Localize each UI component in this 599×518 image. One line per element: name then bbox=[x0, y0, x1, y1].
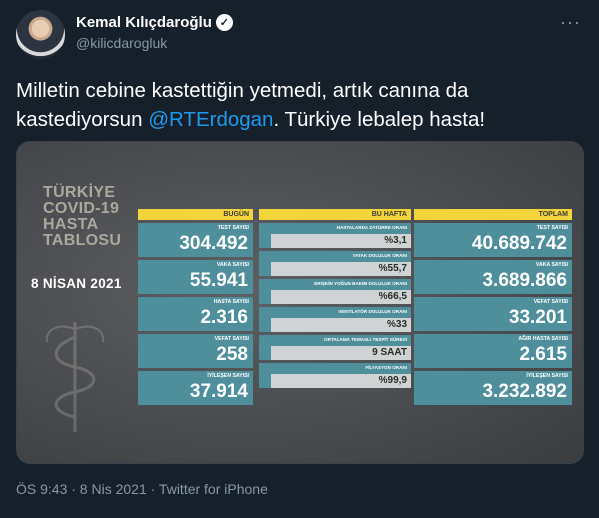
cell-label: TEST SAYISI bbox=[217, 225, 249, 231]
cell-label: AĞIR HASTA SAYISI bbox=[518, 336, 568, 342]
cell-value: 2.316 bbox=[200, 307, 248, 328]
more-options-icon[interactable]: ··· bbox=[560, 12, 581, 33]
cell-value: 40.689.742 bbox=[471, 233, 567, 254]
today-column: BUGÜN TEST SAYISI 304.492 VAKA SAYISI 55.9… bbox=[138, 209, 253, 405]
table-date: 8 NİSAN 2021 bbox=[31, 276, 122, 291]
cell-label: HASTALARDA ZATÜRRE ORANI bbox=[336, 225, 407, 230]
week-cell: YATAK DOLULUK ORANI %55,7 bbox=[259, 251, 411, 276]
author-handle[interactable]: @kilicdarogluk bbox=[76, 35, 167, 51]
cell-label: FİLYASYON ORANI bbox=[365, 365, 407, 370]
total-cell: VEFAT SAYISI 33.201 bbox=[414, 297, 572, 331]
today-cell: HASTA SAYISI 2.316 bbox=[138, 297, 253, 331]
cell-label: VEFAT SAYISI bbox=[214, 336, 249, 342]
table-title-line: HASTA bbox=[43, 216, 99, 233]
week-cell: VENTİLATÖR DOLULUK ORANI %33 bbox=[259, 307, 411, 332]
cell-value: 3.232.892 bbox=[482, 381, 567, 402]
tweet-header: Kemal Kılıçdaroğlu ✓ @kilicdarogluk ··· bbox=[16, 10, 583, 66]
today-cell: TEST SAYISI 304.492 bbox=[138, 223, 253, 257]
cell-label: İYİLEŞEN SAYISI bbox=[526, 373, 568, 379]
table-title: TÜRKİYE COVID-19 HASTA TABLOSU bbox=[43, 185, 143, 249]
cell-value: 258 bbox=[216, 344, 248, 365]
tweet-media-image[interactable]: TÜRKİYE COVID-19 HASTA TABLOSU 8 NİSAN 2… bbox=[16, 141, 584, 464]
cell-value: 3.689.866 bbox=[482, 270, 567, 291]
week-column: BU HAFTA HASTALARDA ZATÜRRE ORANI %3,1 YA… bbox=[259, 209, 411, 388]
today-header: BUGÜN bbox=[138, 209, 253, 220]
cell-value: %66,5 bbox=[271, 290, 411, 304]
week-header: BU HAFTA bbox=[259, 209, 411, 220]
cell-label: VAKA SAYISI bbox=[535, 262, 568, 268]
cell-value: 304.492 bbox=[179, 233, 248, 254]
cell-label: VEFAT SAYISI bbox=[533, 299, 568, 305]
today-cell: VAKA SAYISI 55.941 bbox=[138, 260, 253, 294]
author-name-row: Kemal Kılıçdaroğlu ✓ bbox=[76, 14, 233, 31]
total-cell: İYİLEŞEN SAYISI 3.232.892 bbox=[414, 371, 572, 405]
cell-label: İYİLEŞEN SAYISI bbox=[207, 373, 249, 379]
cell-value: %3,1 bbox=[271, 234, 411, 248]
cell-value: 55.941 bbox=[189, 270, 248, 291]
total-column: TOPLAM TEST SAYISI 40.689.742 VAKA SAYISI… bbox=[414, 209, 572, 405]
total-cell: AĞIR HASTA SAYISI 2.615 bbox=[414, 334, 572, 368]
week-cell: FİLYASYON ORANI %99,9 bbox=[259, 363, 411, 388]
cell-value: %55,7 bbox=[271, 262, 411, 276]
week-cell: ERİŞKİN YOĞUN BAKIM DOLULUK ORANI %66,5 bbox=[259, 279, 411, 304]
week-cell: HASTALARDA ZATÜRRE ORANI %3,1 bbox=[259, 223, 411, 248]
cell-value: 9 SAAT bbox=[271, 346, 411, 360]
week-cell: ORTALAMA TEMASLI TESPİT SÜRESİ 9 SAAT bbox=[259, 335, 411, 360]
table-title-line: TABLOSU bbox=[43, 232, 122, 249]
cell-label: TEST SAYISI bbox=[536, 225, 568, 231]
author-name[interactable]: Kemal Kılıçdaroğlu bbox=[76, 14, 212, 31]
today-cell: İYİLEŞEN SAYISI 37.914 bbox=[138, 371, 253, 405]
today-cell: VEFAT SAYISI 258 bbox=[138, 334, 253, 368]
cell-label: VAKA SAYISI bbox=[216, 262, 249, 268]
cell-label: YATAK DOLULUK ORANI bbox=[352, 253, 407, 258]
cell-value: %99,9 bbox=[271, 374, 411, 388]
total-header: TOPLAM bbox=[414, 209, 572, 220]
cell-label: ORTALAMA TEMASLI TESPİT SÜRESİ bbox=[324, 337, 407, 342]
tweet-text: Milletin cebine kastettiğin yetmedi, art… bbox=[16, 76, 583, 134]
cell-value: 2.615 bbox=[519, 344, 567, 365]
cell-value: 37.914 bbox=[189, 381, 248, 402]
cell-value: 33.201 bbox=[508, 307, 567, 328]
tweet-text-after: . Türkiye lebalep hasta! bbox=[273, 108, 486, 131]
mention-link[interactable]: @RTErdogan bbox=[148, 108, 273, 131]
verified-badge-icon: ✓ bbox=[215, 14, 233, 31]
cell-label: VENTİLATÖR DOLULUK ORANI bbox=[338, 309, 407, 314]
cell-label: HASTA SAYISI bbox=[213, 299, 249, 305]
cell-label: ERİŞKİN YOĞUN BAKIM DOLULUK ORANI bbox=[314, 281, 407, 286]
caduceus-emblem-icon bbox=[45, 322, 105, 432]
table-title-line: TÜRKİYE bbox=[43, 184, 116, 201]
cell-value: %33 bbox=[271, 318, 411, 332]
avatar[interactable] bbox=[16, 10, 65, 59]
table-title-line: COVID-19 bbox=[43, 200, 120, 217]
total-cell: TEST SAYISI 40.689.742 bbox=[414, 223, 572, 257]
total-cell: VAKA SAYISI 3.689.866 bbox=[414, 260, 572, 294]
tweet-timestamp[interactable]: ÖS 9:43 · 8 Nis 2021 · Twitter for iPhon… bbox=[16, 481, 268, 497]
